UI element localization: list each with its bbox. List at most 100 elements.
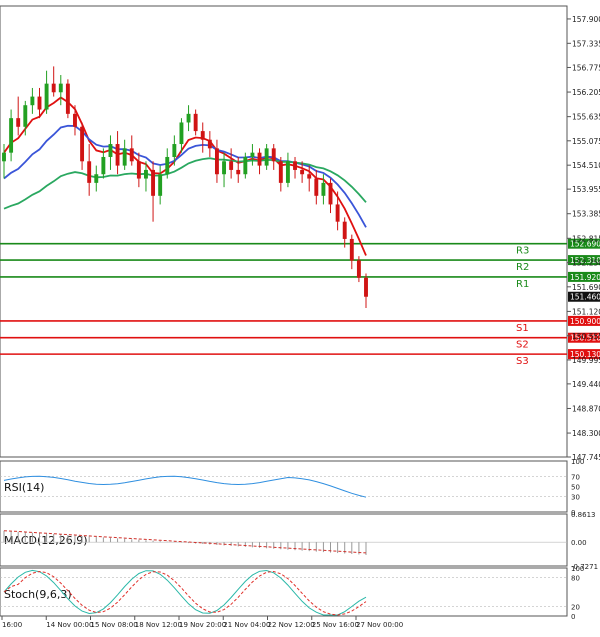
candle-body <box>200 131 205 140</box>
candle-body <box>80 126 85 162</box>
candle-body <box>257 152 262 166</box>
candle-body <box>30 96 35 106</box>
price-tick-label: 155.635 <box>572 113 600 122</box>
candle-body <box>144 169 148 179</box>
candle-body <box>207 139 212 149</box>
candle-body <box>278 161 283 183</box>
indicator-name: RSI(14) <box>4 481 44 494</box>
candle-body <box>44 83 49 110</box>
indicator-scale-label: 50 <box>571 484 580 492</box>
rsi-panel: 1007050300RSI(14) <box>0 458 584 517</box>
candle-body <box>229 161 234 170</box>
price-tick-label: 153.955 <box>572 185 600 194</box>
candle-body <box>349 238 354 261</box>
current-price-label: 151.460 <box>570 293 600 302</box>
candle-body <box>65 83 70 114</box>
price-tick-label: 151.690 <box>572 283 600 292</box>
indicator-scale-label: 80 <box>571 575 580 583</box>
level-name-label: S1 <box>516 323 529 334</box>
indicator-name: Stoch(9,6,3) <box>4 588 72 601</box>
price-tick-label: 152.815 <box>572 234 600 243</box>
candle-body <box>2 152 6 162</box>
candle-body <box>115 144 120 166</box>
candle-body <box>356 260 361 278</box>
candle-body <box>101 156 106 175</box>
price-tick-label: 153.385 <box>572 210 600 219</box>
indicator-scale-label: 30 <box>571 494 580 502</box>
time-tick-label: 21 Nov 04:00 <box>223 621 270 629</box>
price-tick-label: 149.440 <box>572 380 600 389</box>
candle-body <box>300 169 305 175</box>
candle-body <box>321 182 326 196</box>
candle-body <box>172 144 177 157</box>
time-tick-label: 15 Nov 08:00 <box>91 621 138 629</box>
price-tick-label: 151.120 <box>572 307 600 316</box>
indicator-scale-label: 100 <box>571 458 584 466</box>
candle-body <box>9 118 14 153</box>
indicator-scale-label: 0.00 <box>571 539 587 547</box>
candle-body <box>87 161 92 183</box>
candle-body <box>129 148 134 162</box>
candle-body <box>165 156 170 175</box>
price-tick-label: 156.775 <box>572 63 600 72</box>
candle-body <box>328 182 333 205</box>
level-name-label: R3 <box>516 246 529 257</box>
time-tick-label: 22 Nov 12:00 <box>268 621 315 629</box>
indicator-scale-label: 20 <box>571 603 580 611</box>
price-tick-label: 156.205 <box>572 88 600 97</box>
time-tick-label: 27 Nov 00:00 <box>356 621 403 629</box>
indicator-scale-label: 0.8613 <box>571 511 596 519</box>
candle-body <box>250 152 255 157</box>
indicator-scale-label: 70 <box>571 473 580 481</box>
time-tick-label: 19 Nov 20:00 <box>179 621 226 629</box>
level-price-label: 150.900 <box>570 317 600 326</box>
candle-body <box>236 169 241 175</box>
indicator-scale-label: 0 <box>571 613 575 621</box>
indicator-scale-label: 100 <box>571 565 584 573</box>
candle-body <box>108 144 113 157</box>
level-price-label: 151.920 <box>570 273 600 282</box>
chart-canvas: 152.690R3152.310R2151.920R1150.900S1150.… <box>0 0 600 633</box>
candle-body <box>122 148 127 166</box>
price-tick-label: 155.075 <box>572 137 600 146</box>
candle-body <box>342 221 347 239</box>
candle-body <box>58 83 63 93</box>
candle-body <box>186 113 191 123</box>
level-name-label: R2 <box>516 262 529 273</box>
time-tick-label: 18 Nov 12:00 <box>135 621 182 629</box>
level-name-label: R1 <box>516 279 529 290</box>
candle-body <box>314 178 319 196</box>
candle-body <box>94 174 99 183</box>
price-tick-label: 148.300 <box>572 429 600 438</box>
price-tick-label: 148.870 <box>572 404 600 413</box>
indicator-frame <box>0 460 568 513</box>
candle-body <box>73 113 77 127</box>
price-tick-label: 150.555 <box>572 332 600 341</box>
candle-body <box>214 148 219 175</box>
candle-body <box>179 122 184 145</box>
candle-body <box>264 148 269 166</box>
candle-body <box>293 161 297 170</box>
candle-body <box>23 105 28 127</box>
candle-body <box>193 113 198 132</box>
candle-body <box>285 161 290 183</box>
candle-body <box>158 174 163 196</box>
stoch-panel: 100 80 20 0 Stoch(9,6,3) <box>0 565 584 621</box>
price-panel-frame <box>0 5 568 458</box>
candle-body <box>364 277 368 297</box>
time-tick-label: 14 Nov 00:00 <box>46 621 93 629</box>
candle-body <box>37 96 42 110</box>
candle-body <box>271 148 276 162</box>
level-name-label: S2 <box>516 340 529 351</box>
candle-body <box>243 156 248 175</box>
time-tick-label: 25 Nov 16:00 <box>312 621 359 629</box>
candle-body <box>222 161 226 175</box>
forex-chart: 152.690 R3 152.310 R2 151.920 R1 150.900 S1 150.… <box>0 0 600 633</box>
price-tick-label: 154.510 <box>572 161 600 170</box>
candle-body <box>51 83 56 93</box>
candle-body <box>335 204 340 222</box>
candle-body <box>151 169 156 196</box>
candle-body <box>16 118 21 127</box>
price-tick-label: 157.335 <box>572 39 600 48</box>
price-panel <box>0 5 568 458</box>
